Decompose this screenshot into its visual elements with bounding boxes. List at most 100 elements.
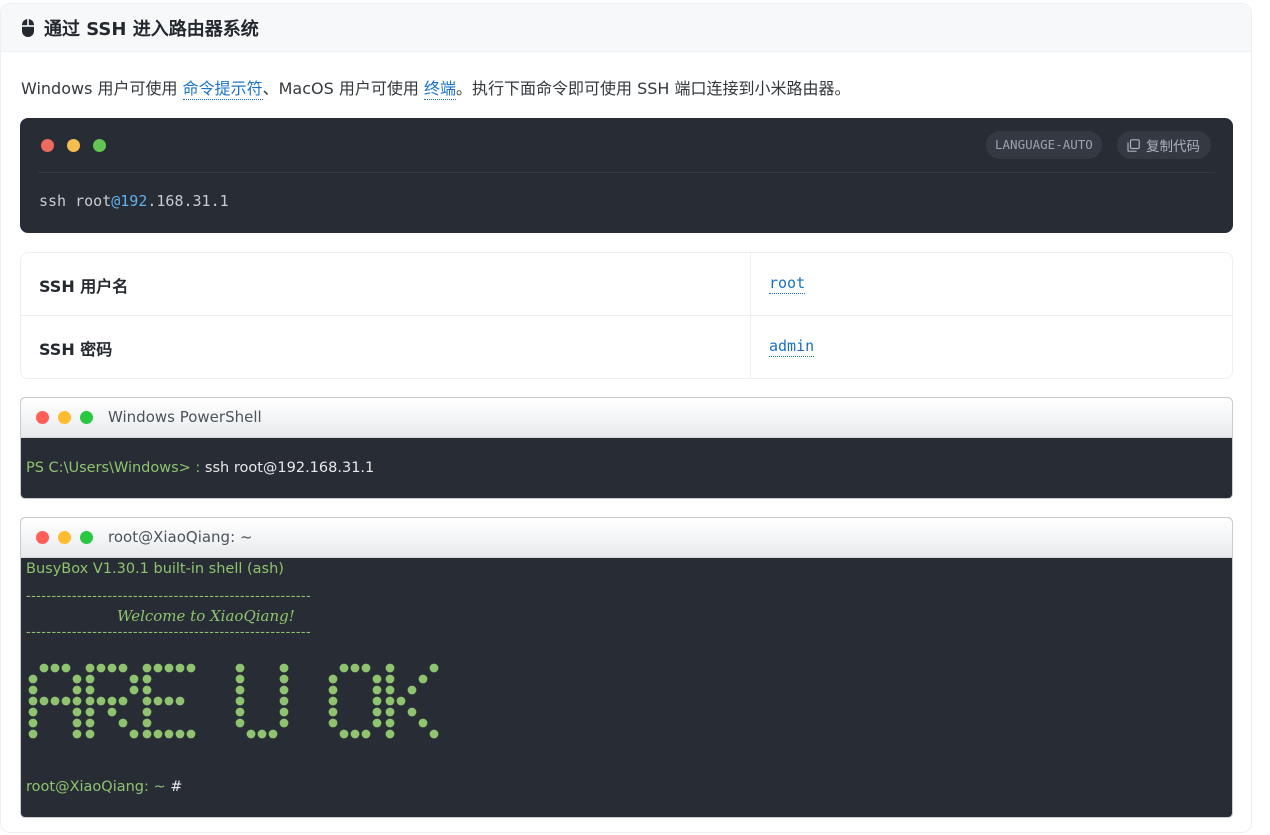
window-dots — [36, 411, 93, 424]
banner-dot — [407, 685, 417, 695]
cmd-segment-highlight: @192 — [111, 192, 148, 210]
banner-dot — [39, 696, 49, 706]
banner-dot — [385, 718, 395, 728]
banner-dot — [28, 729, 38, 739]
cmd-segment: .168.31.1 — [147, 192, 229, 210]
mouse-icon — [22, 19, 34, 37]
xiaoqiang-terminal-window: root@XiaoQiang: ~ BusyBox V1.30.1 built-… — [20, 517, 1233, 818]
banner-dot — [235, 674, 245, 684]
xiaoqiang-titlebar: root@XiaoQiang: ~ — [21, 518, 1232, 558]
window-dots — [36, 531, 93, 544]
banner-dot — [153, 729, 163, 739]
minimize-dot-icon[interactable] — [58, 411, 71, 424]
banner-dot — [96, 696, 106, 706]
maximize-dot-icon[interactable] — [80, 411, 93, 424]
banner-dot — [85, 685, 95, 695]
banner-dot — [372, 685, 382, 695]
banner-dot — [96, 663, 106, 673]
powershell-line: PS C:\Users\Windows> : ssh root@192.168.… — [26, 460, 374, 476]
banner-dot — [72, 718, 82, 728]
language-badge: LANGUAGE-AUTO — [986, 131, 1102, 159]
banner-dot — [328, 707, 338, 717]
table-row: SSH 用户名 root — [21, 253, 1232, 316]
dash-separator: ----------------------------------------… — [26, 589, 312, 604]
banner-dot — [118, 663, 128, 673]
close-dot-icon[interactable] — [36, 531, 49, 544]
banner-dot — [28, 696, 38, 706]
banner-dot — [61, 696, 71, 706]
column-divider — [750, 253, 751, 378]
minimize-dot-icon[interactable] — [58, 531, 71, 544]
banner-dot — [257, 729, 267, 739]
copy-code-label: 复制代码 — [1146, 139, 1200, 155]
banner-dot — [361, 729, 371, 739]
banner-dot — [50, 663, 60, 673]
banner-dot — [164, 696, 174, 706]
section-title-text: 通过 SSH 进入路由器系统 — [44, 19, 259, 40]
banner-dot — [235, 707, 245, 717]
powershell-window: Windows PowerShell PS C:\Users\Windows> … — [20, 397, 1233, 499]
terminal-link[interactable]: 终端 — [423, 79, 456, 100]
banner-dot — [385, 663, 395, 673]
banner-dot — [246, 729, 256, 739]
copy-icon — [1127, 138, 1140, 152]
banner-dot — [142, 674, 152, 684]
code-divider — [38, 172, 1215, 173]
banner-dot — [418, 674, 428, 684]
banner-dot — [407, 707, 417, 717]
powershell-titlebar: Windows PowerShell — [21, 398, 1232, 438]
banner-dot — [72, 696, 82, 706]
banner-dot — [107, 663, 117, 673]
banner-dot — [372, 718, 382, 728]
banner-dot — [396, 696, 406, 706]
banner-dot — [107, 696, 117, 706]
banner-dot — [339, 663, 349, 673]
banner-dot — [372, 696, 382, 706]
banner-dot — [118, 718, 128, 728]
banner-dot — [328, 718, 338, 728]
maximize-dot-icon[interactable] — [80, 531, 93, 544]
banner-dot — [28, 707, 38, 717]
banner-dot — [72, 685, 82, 695]
banner-dot — [328, 674, 338, 684]
green-dot-icon — [93, 139, 106, 152]
busybox-line: BusyBox V1.30.1 built-in shell (ash) — [26, 561, 284, 577]
banner-dot — [129, 674, 139, 684]
intro-text-part: 、MacOS 用户可使用 — [262, 79, 424, 98]
copy-code-button[interactable]: 复制代码 — [1117, 131, 1211, 159]
banner-dot — [72, 729, 82, 739]
banner-dot — [129, 685, 139, 695]
banner-dot — [164, 663, 174, 673]
xiaoqiang-body: BusyBox V1.30.1 built-in shell (ash) ---… — [21, 558, 1232, 817]
banner-dot — [50, 696, 60, 706]
banner-dot — [350, 729, 360, 739]
banner-dot — [72, 707, 82, 717]
banner-dot — [385, 696, 395, 706]
cmd-prompt-link[interactable]: 命令提示符 — [182, 79, 263, 100]
banner-dot — [279, 707, 289, 717]
banner-dot — [129, 729, 139, 739]
password-value[interactable]: admin — [769, 337, 815, 357]
intro-text-part: 。执行下面命令即可使用 SSH 端口连接到小米路由器。 — [455, 79, 851, 98]
banner-dot — [385, 729, 395, 739]
banner-dot — [175, 729, 185, 739]
banner-dot — [85, 718, 95, 728]
banner-dot — [385, 685, 395, 695]
banner-dot — [268, 729, 278, 739]
banner-dot — [235, 696, 245, 706]
banner-dot — [175, 663, 185, 673]
code-block: LANGUAGE-AUTO 复制代码 ssh root@192.168.31.1 — [20, 118, 1233, 233]
banner-dot — [153, 696, 163, 706]
banner-dot — [28, 718, 38, 728]
banner-dot — [328, 685, 338, 695]
username-value[interactable]: root — [769, 274, 806, 294]
close-dot-icon[interactable] — [36, 411, 49, 424]
banner-dot — [186, 663, 196, 673]
banner-dot — [85, 729, 95, 739]
banner-dot — [142, 663, 152, 673]
banner-dot — [429, 729, 439, 739]
banner-dot — [361, 663, 371, 673]
ps-prompt: PS C:\Users\Windows> : — [26, 460, 205, 476]
ps-command: ssh root@192.168.31.1 — [204, 460, 375, 476]
ssh-command[interactable]: ssh root@192.168.31.1 — [39, 192, 229, 210]
